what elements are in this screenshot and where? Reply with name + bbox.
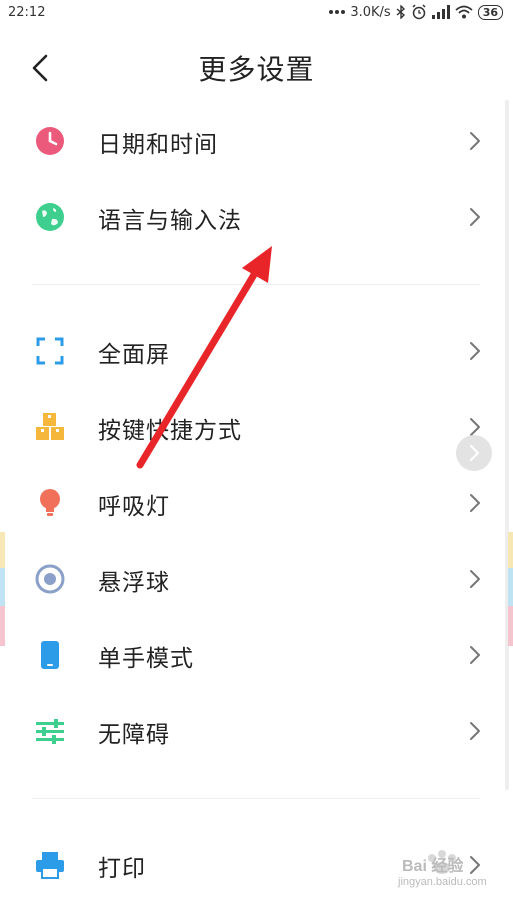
chevron-right-icon: [470, 570, 480, 588]
fullscreen-icon: [36, 337, 64, 365]
header-bar: 更多设置: [0, 40, 513, 96]
alarm-icon: [412, 4, 426, 20]
printer-icon: [36, 852, 64, 879]
sliders-icon: [36, 719, 64, 744]
watermark-url: jingyan.baidu.com: [398, 876, 487, 888]
chevron-right-icon: [470, 646, 480, 664]
settings-item-one-handed-mode[interactable]: 单手模式: [0, 617, 500, 693]
floating-ball-icon: [35, 564, 65, 594]
wifi-icon: [455, 5, 473, 19]
edge-strip-pink: [508, 606, 513, 646]
settings-item-accessibility[interactable]: 无障碍: [0, 693, 500, 769]
chevron-right-icon: [470, 208, 480, 226]
settings-item-language-input[interactable]: 语言与输入法: [0, 179, 500, 255]
net-speed: 3.0K/s: [350, 4, 391, 20]
more-dots-icon: [329, 10, 346, 14]
settings-item-floating-ball[interactable]: 悬浮球: [0, 541, 500, 617]
item-label: 打印: [98, 856, 146, 882]
edge-strip-blue: [508, 568, 513, 606]
settings-item-breathing-light[interactable]: 呼吸灯: [0, 465, 500, 541]
chevron-right-icon: [470, 132, 480, 150]
chevron-right-icon: [470, 342, 480, 360]
watermark-text: Bai 经验: [402, 858, 464, 875]
chevron-right-icon: [469, 444, 480, 462]
globe-icon: [36, 203, 64, 231]
signal-icon: [431, 5, 450, 19]
item-label: 日期和时间: [98, 132, 218, 158]
item-label: 悬浮球: [98, 570, 170, 596]
floating-ball-button[interactable]: [456, 435, 492, 471]
status-time: 22:12: [8, 5, 46, 20]
edge-strip-blue: [0, 568, 5, 606]
bulb-icon: [40, 489, 60, 516]
item-label: 全面屏: [98, 342, 170, 368]
chevron-right-icon: [470, 722, 480, 740]
phone-icon: [41, 641, 59, 669]
section-divider: [32, 798, 480, 799]
edge-strip-yellow: [508, 532, 513, 568]
page-title: 更多设置: [198, 53, 315, 86]
settings-item-fullscreen[interactable]: 全面屏: [0, 313, 500, 389]
item-label: 呼吸灯: [98, 494, 170, 520]
item-label: 语言与输入法: [98, 208, 242, 234]
keys-icon: [36, 413, 64, 440]
clock-icon: [36, 127, 64, 155]
bluetooth-icon: [396, 5, 405, 19]
section-divider: [32, 284, 480, 285]
chevron-right-icon: [470, 494, 480, 512]
item-label: 无障碍: [98, 722, 170, 748]
battery-icon: 36: [477, 4, 503, 20]
scrollbar[interactable]: [505, 100, 509, 790]
edge-strip-yellow: [0, 532, 5, 568]
status-icons: 3.0K/s 36: [329, 4, 503, 20]
edge-strip-pink: [0, 606, 5, 646]
status-bar: 22:12 3.0K/s 36: [0, 0, 513, 28]
settings-item-date-time[interactable]: 日期和时间: [0, 103, 500, 179]
item-label: 按键快捷方式: [98, 418, 242, 444]
settings-item-key-shortcuts[interactable]: 按键快捷方式: [0, 389, 500, 465]
item-label: 单手模式: [98, 646, 194, 672]
